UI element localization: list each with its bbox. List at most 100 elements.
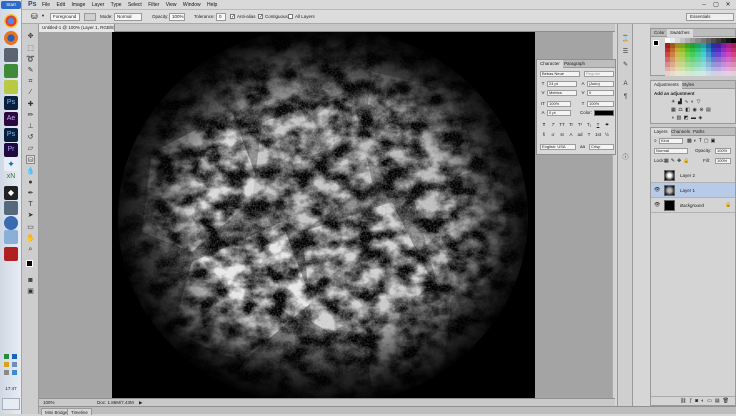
clone-stamp-tool-icon[interactable]: ⊥ (26, 122, 35, 131)
chevron-down-icon[interactable]: ▼ (41, 13, 45, 18)
lock-transparent-icon[interactable]: ▦ (664, 158, 671, 164)
layer-opacity-field[interactable]: 100% (715, 148, 731, 154)
menu-filter[interactable]: Filter (148, 0, 159, 10)
fill-field[interactable]: 100% (715, 158, 731, 164)
skype-icon[interactable] (4, 230, 18, 244)
xn-icon[interactable]: xN (4, 170, 18, 184)
all-caps-button[interactable]: TT (559, 122, 565, 128)
foreground-color-swatch[interactable] (26, 260, 33, 267)
tracking-field[interactable]: 0 (587, 90, 614, 96)
tab-styles[interactable]: Styles (679, 81, 697, 89)
fractions-button[interactable]: ½ (604, 132, 610, 138)
fill-source-select[interactable]: Foreground (50, 13, 80, 21)
underline-button[interactable]: T (595, 122, 601, 128)
blur-tool-icon[interactable]: 💧 (26, 167, 35, 176)
vibrance-icon[interactable]: ▽ (697, 99, 703, 105)
move-tool-icon[interactable]: ✥ (26, 32, 35, 41)
workspace-switcher[interactable]: Essentials (686, 13, 734, 21)
mode-select[interactable]: Normal (114, 13, 142, 21)
blend-mode-select[interactable]: Normal (654, 148, 688, 154)
superscript-button[interactable]: T¹ (577, 122, 583, 128)
menu-image[interactable]: Image (71, 0, 85, 10)
all-layers-checkbox[interactable] (288, 14, 293, 19)
history-panel-icon[interactable]: ⌛ (621, 35, 630, 43)
tab-color[interactable]: Color (651, 29, 668, 37)
tab-swatches[interactable]: Swatches (667, 29, 693, 37)
hand-tool-icon[interactable]: ✋ (26, 234, 35, 243)
quick-select-tool-icon[interactable]: ✎ (26, 66, 35, 75)
minimize-icon[interactable]: – (699, 0, 709, 10)
antialias-checkbox[interactable]: ✓ (230, 14, 235, 20)
volume-icon[interactable] (12, 354, 17, 359)
gradient-map-icon[interactable]: ▬ (691, 115, 699, 121)
properties-panel-icon[interactable]: ☰ (621, 48, 630, 56)
titling-alternates-button[interactable]: T (586, 132, 592, 138)
strikethrough-button[interactable]: T (604, 122, 610, 128)
info-panel-icon[interactable]: ⓘ (621, 154, 630, 162)
menu-file[interactable]: File (42, 0, 50, 10)
tab-paragraph[interactable]: Paragraph (561, 60, 588, 68)
show-desktop-button[interactable] (2, 398, 20, 410)
menu-edit[interactable]: Edit (56, 0, 65, 10)
zoom-tool-icon[interactable]: ⌕ (26, 245, 35, 254)
group-icon[interactable]: ▭ (707, 398, 715, 404)
leading-field[interactable]: (Auto) (587, 81, 614, 87)
steam-icon[interactable] (4, 48, 18, 62)
brightness-icon[interactable]: ☀ (671, 99, 678, 105)
zoom-level[interactable]: 100% (43, 399, 55, 406)
lock-all-icon[interactable]: 🔒 (683, 158, 691, 164)
threshold-icon[interactable]: ◩ (684, 115, 691, 121)
menu-select[interactable]: Select (128, 0, 142, 10)
baseline-shift-field[interactable]: 0 pt (547, 110, 571, 116)
tolerance-field[interactable]: 0 (216, 13, 226, 21)
marquee-tool-icon[interactable]: ⬚ (26, 44, 35, 53)
update-icon[interactable] (4, 370, 9, 375)
flag-icon[interactable] (4, 362, 9, 367)
path-select-tool-icon[interactable]: ➤ (26, 211, 35, 220)
posterize-icon[interactable]: ▨ (677, 115, 684, 121)
brush-tool-icon[interactable]: ✏ (26, 111, 35, 120)
editor-icon[interactable] (4, 247, 18, 261)
lookup-icon[interactable]: ▤ (706, 107, 713, 113)
layer-row-layer-1[interactable]: 👁 Layer 1 (651, 183, 735, 198)
shape-tool-icon[interactable]: ▭ (26, 223, 35, 232)
swatch[interactable] (730, 71, 736, 76)
canvas[interactable] (112, 32, 535, 399)
layer-kind-filter[interactable]: Kind (659, 138, 683, 144)
faux-italic-button[interactable]: T (550, 122, 556, 128)
tab-character[interactable]: Character (537, 60, 563, 68)
ae-app-icon[interactable]: Ae (4, 112, 18, 126)
close-icon[interactable]: ✕ (723, 0, 733, 10)
font-style-select[interactable]: Regular (584, 71, 614, 77)
history-brush-tool-icon[interactable]: ↺ (26, 133, 35, 142)
pattern-picker[interactable] (84, 13, 96, 21)
stylistic-alternates-button[interactable]: ad (577, 132, 583, 138)
media-icon[interactable] (4, 64, 18, 78)
opacity-field[interactable]: 100% (169, 13, 185, 21)
eraser-tool-icon[interactable]: ▱ (26, 144, 35, 153)
maya-icon[interactable]: ✦ (4, 157, 18, 171)
tab-paths[interactable]: Paths (690, 128, 708, 136)
tab-adjustments[interactable]: Adjustments (651, 81, 682, 89)
ps-app-icon[interactable]: Ps (4, 96, 18, 110)
eye-icon[interactable]: 👁 (654, 187, 660, 193)
horizontal-scale-field[interactable]: 100% (587, 101, 614, 107)
paragraph-panel-icon[interactable]: ¶ (621, 93, 630, 101)
crop-tool-icon[interactable]: ⌗ (26, 77, 35, 86)
firefox-icon[interactable] (4, 31, 18, 45)
language-select[interactable]: English: USA (540, 144, 576, 150)
text-color-swatch[interactable] (594, 110, 614, 116)
layer-row-background[interactable]: 👁 Background 🔒 (651, 198, 735, 213)
menu-view[interactable]: View (166, 0, 177, 10)
menu-window[interactable]: Window (183, 0, 201, 10)
pr-app-icon[interactable]: Pr (4, 143, 18, 157)
sync-icon[interactable] (12, 370, 17, 375)
document-tab[interactable]: Untitled-1 @ 100% (Layer 1, RGB/8) * (39, 24, 115, 32)
pen-tool-icon[interactable]: ✒ (26, 189, 35, 198)
status-menu-icon[interactable]: ▶ (139, 399, 142, 406)
menu-layer[interactable]: Layer (92, 0, 105, 10)
subscript-button[interactable]: T₁ (586, 122, 592, 128)
start-button[interactable]: Start (1, 1, 21, 9)
clock[interactable]: 17:47 (0, 386, 22, 392)
font-family-select[interactable]: Bebas Neue (540, 71, 580, 77)
